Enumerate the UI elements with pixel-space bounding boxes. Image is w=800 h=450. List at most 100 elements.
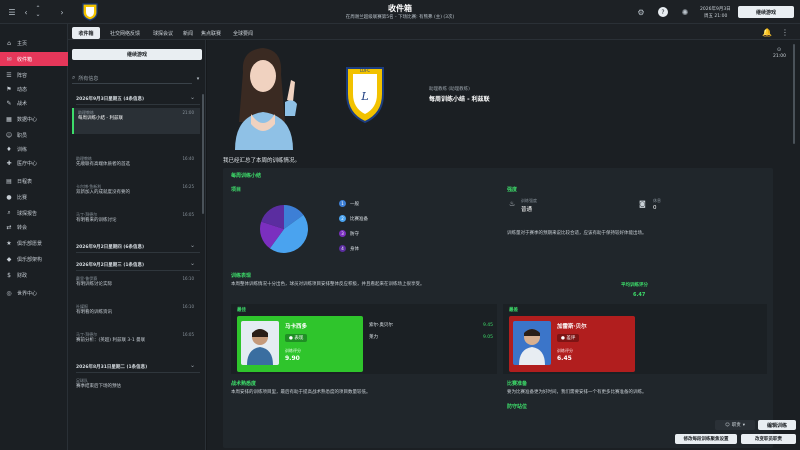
message-view: L LUFC 助理教练 (助理教练) 每周训练小结 - 利兹联 21:00 ⊙ …	[207, 40, 800, 450]
help-icon[interactable]: ?	[658, 7, 668, 17]
chevron-down-icon[interactable]: ⌄	[190, 362, 195, 369]
best-label: 最佳	[237, 308, 246, 313]
modify-training-focus-button[interactable]: 修改每段训练聚焦设置	[675, 434, 737, 444]
sidebar-item-10[interactable]: ● 比赛	[0, 190, 68, 204]
sidebar-item-3[interactable]: ⚑ 动态	[0, 82, 68, 96]
sidebar-item-4[interactable]: ✎ 战术	[0, 96, 68, 110]
tab-1[interactable]: 社交网络反馈	[104, 27, 146, 39]
worst-player-avatar	[513, 321, 551, 365]
inbox-message[interactable]: 马丁·拜德尔 赛前分析：(英超) 利兹联 3-1 曼联 16:05	[72, 330, 200, 356]
tab-5[interactable]: 全球要闻	[228, 27, 258, 39]
message-time: 21:00	[773, 54, 786, 59]
sidebar-item-8[interactable]: ✚ 医疗中心	[0, 156, 68, 170]
back-icon[interactable]: ‹	[22, 6, 30, 18]
attachment-icon[interactable]: ⊙	[775, 46, 783, 54]
sidebar-0-icon: ⌂	[7, 39, 11, 47]
sidebar-item-label: 世界中心	[17, 290, 38, 297]
sidebar-item-11[interactable]: ⌕ 球探报告	[0, 206, 68, 220]
chevron-down-icon[interactable]: ⌄	[190, 260, 195, 267]
project-label: 项目	[231, 187, 242, 193]
sidebar-item-13[interactable]: ★ 俱乐部愿景	[0, 236, 68, 250]
inbox-message[interactable]: 卡尔博·鱼新利 双新加入的成就度没有要的 16:25	[72, 182, 200, 208]
other-player-row[interactable]: 索尔·奥贝尔 9.45	[369, 320, 493, 330]
menu-icon[interactable]: ☰	[6, 6, 18, 18]
page-title: 收件箱	[388, 4, 412, 13]
date-group-header[interactable]: 2026年9月2日星期四 (6条信息)	[76, 244, 200, 253]
svg-text:LUFC: LUFC	[360, 68, 370, 73]
forward-icon[interactable]: ›	[58, 6, 66, 18]
other-player-name: 莱力	[369, 335, 378, 340]
tab-0[interactable]: 收件箱	[72, 27, 100, 39]
message-sender: 卡尔博·鱼新利	[76, 184, 102, 189]
inbox-message[interactable]: 助理教练 先顺联有高端体质者的首选 16:40	[72, 154, 200, 180]
worst-player-card[interactable]: 加雷斯·贝尔 ● 差评 训练评分 6.45	[509, 316, 635, 372]
continue-button[interactable]: 继续游戏	[738, 6, 794, 18]
inbox-scrollbar[interactable]	[202, 94, 204, 214]
best-panel: 最佳 马卡西多 ● 表现 训练评分 9.90 索尔·奥贝尔 9.45 莱力 9.…	[231, 304, 497, 374]
date-group-header[interactable]: 2026年8月31日星期二 (1条信息)	[76, 364, 200, 373]
legend-item: 4 身体	[339, 245, 359, 252]
edit-training-button[interactable]: 编辑训练	[758, 420, 796, 430]
sidebar-item-label: 动态	[17, 86, 28, 93]
inbox-message[interactable]: 社媒报 有明看的训练资讯 16:10	[72, 302, 200, 328]
rest-value: 0	[653, 205, 657, 211]
other-player-row[interactable]: 莱力 9.05	[369, 332, 493, 342]
sidebar-item-15[interactable]: $ 财政	[0, 268, 68, 282]
sidebar-6-icon: ☺	[5, 131, 13, 139]
legend-swatch: 3	[339, 230, 346, 237]
project-pie-chart	[259, 204, 309, 254]
sidebar-item-0[interactable]: ⌂ 主页	[0, 36, 68, 50]
game-date: 2026年9月3日	[700, 7, 731, 12]
sidebar-item-9[interactable]: ▤ 日程表	[0, 174, 68, 188]
sidebar-item-label: 日程表	[17, 178, 33, 185]
filter-icon[interactable]: ▾	[194, 73, 202, 84]
club-badge[interactable]	[82, 2, 98, 21]
chevron-down-icon[interactable]: ⌄	[190, 94, 195, 101]
staff-icon: ☺	[725, 422, 730, 428]
change-staff-duties-button[interactable]: 改变职员职责	[741, 434, 796, 444]
intensity-label: 强度	[507, 187, 518, 193]
tab-4[interactable]: 焦点联赛	[198, 27, 224, 39]
sender-portrait	[221, 42, 311, 150]
sidebar-10-icon: ●	[6, 193, 12, 201]
inbox-continue-button[interactable]: 继续游戏	[72, 49, 202, 60]
inbox-message[interactable]: 足球队 赛季结束后下场的预估	[72, 376, 200, 402]
date-group-header[interactable]: 2026年9月2日星期三 (1条信息)	[76, 262, 200, 271]
tactic-label: 战术熟悉度	[231, 381, 257, 387]
sidebar-item-5[interactable]: ▦ 数据中心	[0, 112, 68, 126]
sidebar-item-14[interactable]: ◆ 俱乐部架构	[0, 252, 68, 266]
message-subject: 每周训练小结 - 利兹联	[429, 96, 490, 103]
chevron-down-icon[interactable]: ⌄	[190, 242, 195, 249]
sidebar-item-2[interactable]: ☰ 阵容	[0, 68, 68, 82]
best-player-name[interactable]: 马卡西多	[285, 322, 307, 330]
sidebar-item-1[interactable]: ✉ 收件箱	[0, 52, 68, 66]
legend-swatch: 2	[339, 215, 346, 222]
search-bar[interactable]: ⌕ 所有信息	[72, 73, 192, 84]
main-scrollbar[interactable]	[793, 44, 795, 144]
date-group-header[interactable]: 2026年9月3日星期五 (4条信息)	[76, 96, 200, 105]
settings-icon[interactable]: ✺	[680, 7, 690, 17]
up-down-icon[interactable]: ⌃ ⌄	[34, 3, 42, 21]
sidebar-15-icon: $	[7, 271, 11, 279]
sidebar-11-icon: ⌕	[7, 209, 11, 216]
sidebar-item-6[interactable]: ☺ 职员	[0, 128, 68, 142]
best-player-tag: ● 表现	[285, 334, 308, 342]
sidebar-item-7[interactable]: ♦ 训练	[0, 142, 68, 156]
tab-2[interactable]: 球探会议	[150, 27, 176, 39]
sidebar-item-12[interactable]: ⇄ 转会	[0, 220, 68, 234]
search-input[interactable]: 所有信息	[78, 75, 98, 82]
staff-dropdown[interactable]: ☺ 职责 ▾	[715, 420, 755, 430]
message-title: 每周训练小结 - 利兹联	[78, 116, 123, 121]
notification-icon[interactable]: 🔔	[762, 27, 772, 37]
options-icon[interactable]: ⋮	[780, 27, 790, 37]
chevron-down-icon: ▾	[742, 422, 745, 428]
inbox-message[interactable]: 戴里·鲁伊赛 有明训练讨论实际 16:10	[72, 274, 200, 300]
sidebar-item-16[interactable]: ◎ 世界中心	[0, 286, 68, 300]
manager-icon[interactable]: ⚙	[636, 7, 646, 17]
tab-3[interactable]: 新闻	[180, 27, 196, 39]
worst-player-name[interactable]: 加雷斯·贝尔	[557, 322, 587, 330]
inbox-message[interactable]: 助理教练 每周训练小结 - 利兹联 21:00	[72, 108, 200, 134]
best-player-card[interactable]: 马卡西多 ● 表现 训练评分 9.90	[237, 316, 363, 372]
best-player-avatar	[241, 321, 279, 365]
inbox-message[interactable]: 马丁·拜德尔 有明看来的训练讨论 16:05	[72, 210, 200, 236]
